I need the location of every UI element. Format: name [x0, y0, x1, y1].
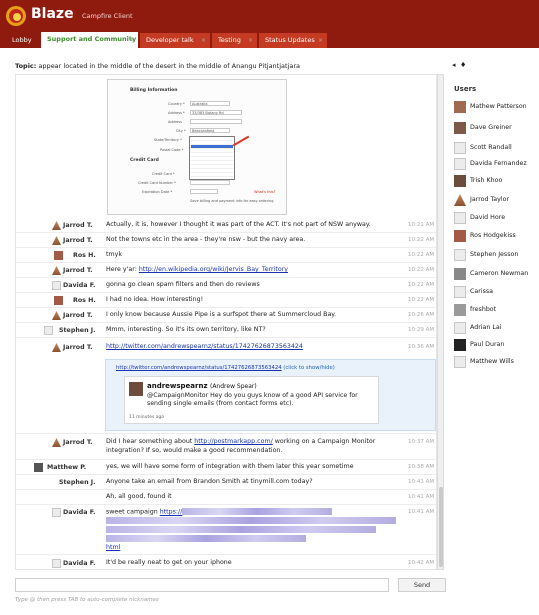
avatar	[454, 322, 466, 334]
chat-message: Jarrod T. Did I hear something about htt…	[16, 434, 436, 460]
embedded-form-screenshot: Billing Information Country * Australia …	[107, 79, 287, 215]
avatar	[454, 356, 466, 368]
user-item[interactable]: Paul Duran	[454, 337, 538, 351]
close-tab-icon[interactable]: ×	[201, 33, 206, 48]
avatar	[454, 249, 466, 261]
user-item[interactable]: David Hore	[454, 210, 538, 224]
avatar	[454, 230, 466, 242]
user-item[interactable]: Stephen Jesson	[454, 247, 538, 261]
avatar	[52, 281, 61, 290]
app-title: Blaze	[31, 6, 74, 22]
message-link[interactable]: http://en.wikipedia.org/wiki/Jervis_Bay_…	[139, 266, 288, 273]
avatar	[454, 212, 466, 224]
chat-message: Ros H. I had no idea. How interesting! 1…	[16, 293, 436, 308]
chat-message: Davida F. gonna go clean spam filters an…	[16, 278, 436, 293]
chat-message: Jarrod T. Here y'ar: http://en.wikipedia…	[16, 263, 436, 278]
avatar	[52, 266, 61, 275]
scrollbar-thumb[interactable]	[439, 487, 443, 567]
avatar	[454, 286, 466, 298]
avatar	[52, 343, 61, 352]
avatar	[52, 559, 61, 568]
chat-message: Jarrod T. I only know because Aussie Pip…	[16, 308, 436, 323]
user-item[interactable]: Adrian Lai	[454, 320, 538, 334]
user-item[interactable]: Cameron Newman	[454, 266, 538, 280]
tab-status-updates[interactable]: Status Updates ×	[259, 33, 327, 48]
user-item[interactable]: Davida Fernandez	[454, 156, 538, 170]
speaker-icon[interactable]: ◂	[452, 61, 456, 69]
message-link-end[interactable]: html	[106, 544, 120, 551]
chat-message: Stephen J. Anyone take an email from Bra…	[16, 475, 436, 490]
toggle-tweet[interactable]: (click to show/hide)	[283, 365, 335, 371]
chat-message: Jarrod T. Not the towns etc in the area …	[16, 233, 436, 248]
avatar	[54, 251, 63, 260]
chat-message: Davida F. sweet campaign https:// html 1…	[16, 505, 436, 555]
tab-testing[interactable]: Testing ×	[212, 33, 257, 48]
message-input[interactable]	[15, 578, 389, 592]
tweet-link[interactable]: http://twitter.com/andrewspearnz/status/…	[116, 365, 282, 371]
tab-support-and-community[interactable]: Support and Community ×	[41, 32, 138, 48]
avatar	[454, 339, 466, 351]
tweet-avatar	[129, 382, 143, 396]
topic-icons: ◂ ♦	[452, 61, 466, 69]
room-topic: Topic: appear located in the middle of t…	[15, 62, 301, 70]
user-item[interactable]: freshbot	[454, 302, 538, 316]
tweet-text: @CampaignMonitor Hey do you guys know of…	[147, 392, 358, 407]
chat-message: Ah, all good, found it 10:41 AM	[16, 490, 436, 505]
close-tab-icon[interactable]: ×	[129, 32, 134, 47]
avatar	[52, 311, 61, 320]
avatar	[454, 268, 466, 280]
input-hint: Type @ then press TAB to auto-complete n…	[15, 597, 159, 603]
pin-icon[interactable]: ♦	[460, 61, 466, 69]
red-arrow	[232, 135, 250, 147]
user-item[interactable]: Ros Hodgekiss	[454, 228, 538, 242]
avatar	[454, 101, 466, 113]
tweet-time: 11 minutes ago	[129, 415, 165, 420]
avatar	[454, 158, 466, 170]
tab-developer-talk[interactable]: Developer talk ×	[140, 33, 210, 48]
avatar	[454, 122, 466, 134]
message-link[interactable]: http://postmarkapp.com/	[194, 438, 272, 445]
avatar	[44, 326, 53, 335]
tweet-card: andrewspearnz (Andrew Spear) @CampaignMo…	[124, 376, 379, 424]
message-link[interactable]: https://	[160, 509, 183, 516]
users-title: Users	[454, 85, 477, 93]
send-button[interactable]: Send	[398, 578, 446, 592]
close-tab-icon[interactable]: ×	[248, 33, 253, 48]
chat-message: Davida F. It'd be really neat to get on …	[16, 556, 436, 570]
user-item[interactable]: Mathew Patterson	[454, 99, 538, 113]
avatar	[52, 508, 61, 517]
close-tab-icon[interactable]: ×	[318, 33, 323, 48]
avatar	[34, 463, 43, 472]
tweet-handle[interactable]: andrewspearnz	[147, 382, 208, 390]
avatar	[454, 194, 466, 206]
chat-message: Jarrod T. Actually, it is, however I tho…	[16, 218, 436, 233]
redacted-link	[182, 508, 333, 515]
flame-logo-icon	[6, 6, 26, 26]
avatar	[52, 438, 61, 447]
avatar	[52, 236, 61, 245]
app-subtitle: Campfire Client	[82, 12, 133, 20]
user-item[interactable]: Carissa	[454, 284, 538, 298]
user-item[interactable]: Dave Greiner	[454, 120, 538, 134]
tab-lobby[interactable]: Lobby	[6, 33, 40, 48]
chat-scrollbar[interactable]	[437, 74, 444, 570]
chat-message: Ros H. tmyk 10:22 AM	[16, 248, 436, 263]
territory-dropdown	[189, 136, 235, 180]
avatar	[54, 296, 63, 305]
chat-message: Matthew P. yes, we will have some form o…	[16, 460, 436, 475]
avatar	[454, 304, 466, 316]
message-link[interactable]: http://twitter.com/andrewspearnz/status/…	[106, 343, 303, 350]
tweet-embed: http://twitter.com/andrewspearnz/status/…	[105, 359, 436, 431]
app-header: Blaze Campfire Client Lobby Support and …	[0, 0, 539, 48]
avatar	[454, 142, 466, 154]
user-item[interactable]: Jarrod Taylor	[454, 192, 538, 206]
avatar	[454, 175, 466, 187]
user-item[interactable]: Trish Khoo	[454, 173, 538, 187]
chat-message: Stephen J. Mmm, interesting. So it's its…	[16, 323, 436, 338]
user-item[interactable]: Scott Randall	[454, 140, 538, 154]
avatar	[52, 221, 61, 230]
user-item[interactable]: Matthew Wills	[454, 354, 538, 368]
